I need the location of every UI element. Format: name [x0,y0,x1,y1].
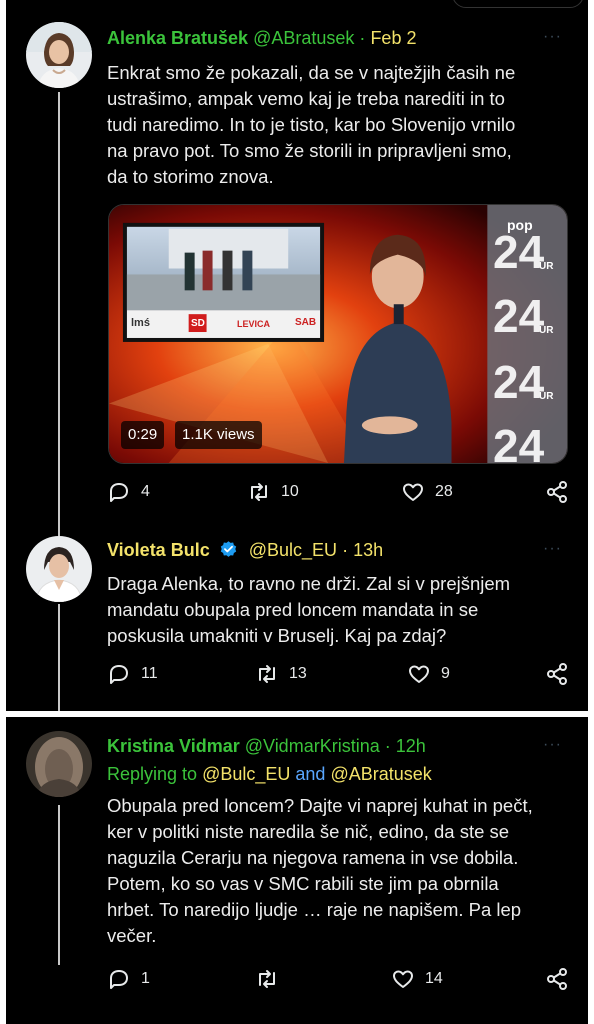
party-label: SAB [295,317,317,328]
tweet-date[interactable]: 13h [353,540,383,560]
author-name[interactable]: Alenka Bratušek [107,28,248,48]
channel-number: 24 [493,420,545,464]
retweet-count: 10 [281,483,299,500]
author-handle[interactable]: @Bulc_EU [249,540,337,560]
tweet-text-line: tudi naredimo. In to je tisto, kar bo Sl… [107,114,516,135]
reply-icon [110,483,128,502]
video-views: 1.1K views [175,421,262,449]
tweet-text-line: da to storimo znova. [107,166,274,187]
video-player[interactable]: pop 24 UR 24 UR 24 UR 24 lmś SD LEVICA S… [108,204,568,464]
like-button[interactable]: 14 [391,967,443,991]
share-icon [547,968,567,990]
channel-number: 24 [493,290,545,342]
share-button[interactable] [545,662,569,686]
reply-count: 4 [141,483,150,500]
like-icon [409,665,429,683]
retweet-icon [251,483,267,501]
party-label: LEVICA [237,319,271,329]
channel-suffix: UR [539,325,554,336]
replying-to: Replying to @Bulc_EU and @ABratusek [107,764,432,785]
retweet-icon [259,665,275,683]
share-icon [547,663,567,685]
tweet-text-line: hrbet. To naredijo ljudje … raje ne napi… [107,899,522,920]
tweet-text-line: Obupala pred loncem? Dajte vi naprej kuh… [107,795,533,816]
avatar[interactable] [26,22,92,88]
mention-link[interactable]: @ABratusek [330,764,431,784]
reply-button[interactable]: 1 [107,967,150,991]
previous-tweet-edge [452,0,584,8]
tweet-text-line: mandatu obupala pred loncem mandata in s… [107,599,479,620]
tweet-date[interactable]: Feb 2 [370,28,416,48]
more-icon[interactable]: ··· [543,28,562,46]
avatar[interactable] [26,731,92,797]
avatar[interactable] [26,536,92,602]
share-button[interactable] [545,480,569,504]
tweet-actions: 11 13 9 [107,662,569,690]
reply-button[interactable]: 4 [107,480,150,504]
tweet-header: Alenka Bratušek @ABratusek · Feb 2 [107,28,416,49]
tweet-text-line: poskusila umakniti v Bruselj. Kaj pa zda… [107,625,447,646]
share-icon [547,481,567,503]
tweet-text: Enkrat smo že pokazali, da se v najtežji… [107,60,515,190]
reply-icon [110,970,128,989]
verified-badge-icon [220,541,236,557]
author-handle[interactable]: @VidmarKristina [245,736,380,756]
tweet-text-line: Enkrat smo že pokazali, da se v najtežji… [107,62,516,83]
retweet-count: 13 [289,665,307,682]
author-handle[interactable]: @ABratusek [253,28,354,48]
more-icon[interactable]: ··· [543,540,562,558]
video-duration: 0:29 [121,421,165,449]
tweet-date[interactable]: 12h [396,736,426,756]
reply-icon [110,665,128,684]
replying-and: and [295,764,326,784]
channel-suffix: UR [539,261,554,272]
tweet-text-line: ker v politki niste naredila še nič, edi… [107,821,510,842]
party-label: SD [191,318,205,329]
tweet-actions: 1 14 [107,967,569,995]
share-button[interactable] [545,967,569,991]
tweet-text-line: Draga Alenka, to ravno ne drži. Zal si v… [107,573,511,594]
author-name[interactable]: Violeta Bulc [107,540,210,560]
retweet-button[interactable]: 13 [255,662,307,686]
tweet-text-line: ustrašimo, ampak vemo kaj je treba nared… [107,88,505,109]
party-label: lmś [131,317,150,329]
like-button[interactable]: 9 [407,662,450,686]
tweet-text-line: Potem, ko so vas v SMC rabili ste jim pa… [107,873,499,894]
more-icon[interactable]: ··· [543,736,562,754]
reply-count: 1 [141,970,150,987]
reply-button[interactable]: 11 [107,662,158,686]
replying-prefix: Replying to [107,764,198,784]
channel-suffix: UR [539,391,554,402]
retweet-button[interactable]: 10 [247,480,299,504]
tweet-actions: 4 10 28 [107,480,569,508]
tweet-text: Obupala pred loncem? Dajte vi naprej kuh… [107,793,533,949]
thread-connector [58,805,60,965]
tweet-text: Draga Alenka, to ravno ne drži. Zal si v… [107,571,510,649]
mention-link[interactable]: @Bulc_EU [202,764,290,784]
channel-number: 24 [493,226,545,278]
like-count: 9 [441,665,450,682]
reply-panel: Kristina Vidmar @VidmarKristina · 12h ··… [6,717,588,1024]
tweet-text-line: večer. [107,925,157,946]
author-name[interactable]: Kristina Vidmar [107,736,240,756]
retweet-button[interactable] [255,967,289,991]
like-count: 28 [435,483,453,500]
tweet-header: Violeta Bulc @Bulc_EU · 13h [107,540,383,561]
reply-count: 11 [141,665,158,682]
thread-panel: Alenka Bratušek @ABratusek · Feb 2 ··· E… [6,0,588,711]
like-button[interactable]: 28 [401,480,453,504]
thread-connector [58,604,60,711]
like-count: 14 [425,970,443,987]
retweet-icon [259,970,275,988]
tweet-text-line: na pravo pot. To smo že storili in pripr… [107,140,512,161]
tweet-header: Kristina Vidmar @VidmarKristina · 12h [107,736,426,757]
separator-dot: · [359,28,366,48]
channel-number: 24 [493,356,545,408]
thread-connector [58,92,60,536]
separator-dot: · [342,540,349,560]
like-icon [393,970,413,988]
separator-dot: · [384,736,391,756]
tweet-text-line: naguzila Cerarju na njegova ramena in vs… [107,847,519,868]
like-icon [403,483,423,501]
